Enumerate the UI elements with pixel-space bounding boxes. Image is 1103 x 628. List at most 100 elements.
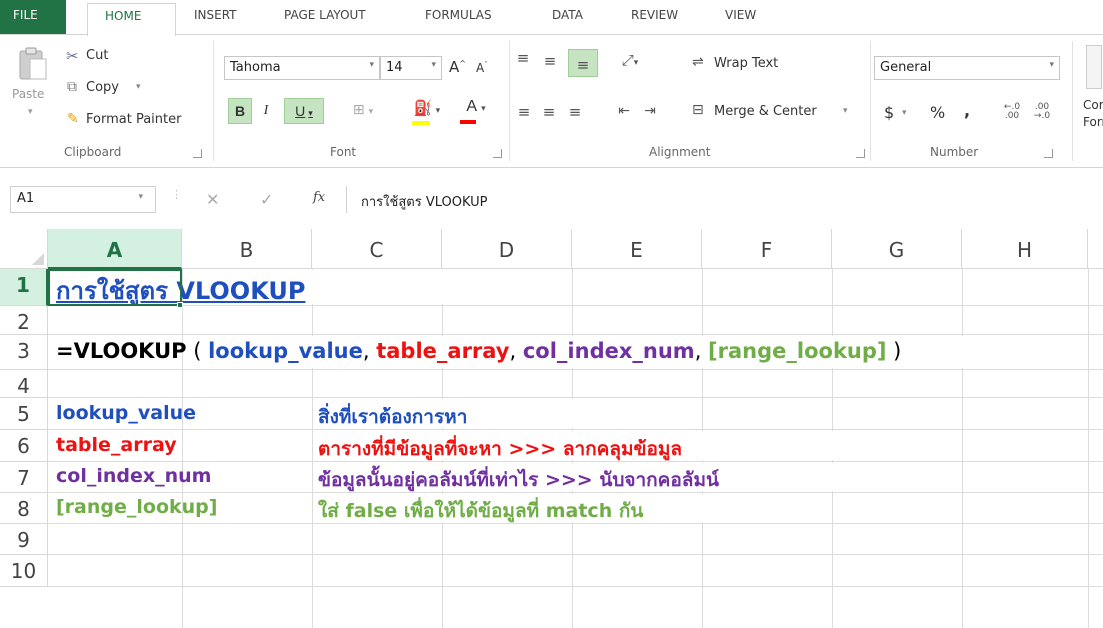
column-header-partial[interactable] bbox=[1088, 229, 1103, 269]
chevron-down-icon: ▾ bbox=[435, 106, 441, 116]
align-left-icon[interactable]: ≡ bbox=[515, 103, 533, 125]
underline-label: U bbox=[295, 103, 306, 119]
merge-center-label: Merge & Center bbox=[714, 104, 817, 119]
decrease-font-size-icon[interactable]: Aˇ bbox=[476, 61, 488, 75]
row-header-10[interactable]: 10 bbox=[0, 555, 48, 587]
font-launcher-icon[interactable] bbox=[493, 149, 502, 158]
underline-button[interactable]: U ▾ bbox=[284, 98, 324, 124]
chevron-down-icon: ▾ bbox=[902, 108, 907, 118]
number-format-value: General bbox=[880, 60, 932, 75]
copy-dropdown-icon: ▾ bbox=[136, 82, 141, 92]
align-center-icon[interactable]: ≡ bbox=[540, 103, 558, 125]
cell-a3-syntax[interactable]: =VLOOKUP ( lookup_value, table_array, co… bbox=[56, 339, 901, 363]
number-launcher-icon[interactable] bbox=[1044, 149, 1053, 158]
active-cell-border bbox=[48, 269, 182, 306]
tab-data[interactable]: DATA bbox=[552, 8, 583, 22]
arg-lookup-value: lookup_value bbox=[208, 339, 363, 363]
row-header-5[interactable]: 5 bbox=[0, 398, 48, 430]
alignment-launcher-icon[interactable] bbox=[856, 149, 865, 158]
gridline bbox=[1088, 269, 1089, 628]
align-right-icon[interactable]: ≡ bbox=[566, 103, 584, 125]
name-box[interactable]: A1 ▾ bbox=[10, 186, 156, 213]
font-name-select[interactable]: Tahoma ▾ bbox=[224, 56, 380, 80]
row-header-7[interactable]: 7 bbox=[0, 462, 48, 493]
row-header-4[interactable]: 4 bbox=[0, 370, 48, 398]
increase-indent-icon[interactable]: ⇥ bbox=[640, 103, 660, 125]
arg-col-index-num: col_index_num bbox=[522, 339, 695, 363]
select-all-button[interactable] bbox=[0, 229, 48, 269]
copy-button[interactable]: ⧉ Copy ▾ bbox=[66, 79, 156, 99]
gridline bbox=[48, 554, 1103, 555]
decrease-decimal-icon[interactable]: .00 →.0 bbox=[1030, 103, 1054, 125]
tab-home[interactable]: HOME bbox=[87, 3, 176, 36]
paste-button[interactable]: Paste ▾ bbox=[12, 45, 54, 125]
format-painter-button[interactable]: ✎ Format Painter bbox=[66, 111, 206, 131]
row-header-1[interactable]: 1 bbox=[0, 269, 48, 306]
column-header-a[interactable]: A bbox=[48, 229, 182, 269]
copy-label: Copy bbox=[86, 80, 119, 95]
column-header-c[interactable]: C bbox=[312, 229, 442, 269]
row-header-6[interactable]: 6 bbox=[0, 430, 48, 462]
merge-center-button[interactable]: ⊟ Merge & Center ▾ bbox=[692, 102, 862, 126]
row-header-9[interactable]: 9 bbox=[0, 524, 48, 555]
cell-c5[interactable]: สิ่งที่เราต้องการหา bbox=[318, 402, 467, 432]
cell-a7[interactable]: col_index_num bbox=[56, 465, 211, 487]
cell-a8[interactable]: [range_lookup] bbox=[56, 496, 217, 518]
chevron-down-icon: ▾ bbox=[481, 104, 486, 114]
font-size-select[interactable]: 14 ▾ bbox=[380, 56, 442, 80]
wrap-text-button[interactable]: ⇌ Wrap Text bbox=[692, 54, 812, 77]
cell-c8[interactable]: ใส่ false เพื่อให้ได้ข้อมูลที่ match กัน bbox=[318, 496, 643, 526]
column-header-g[interactable]: G bbox=[832, 229, 962, 269]
conditional-formatting-button[interactable]: Cor Forr bbox=[1076, 35, 1103, 145]
spreadsheet-grid: A B C D E F G H 1 2 3 4 5 6 7 8 9 10 การ… bbox=[0, 229, 1103, 628]
tab-review[interactable]: REVIEW bbox=[631, 8, 678, 22]
cell-a5[interactable]: lookup_value bbox=[56, 402, 196, 424]
increase-font-size-icon[interactable]: A^ bbox=[449, 58, 466, 76]
row-header-2[interactable]: 2 bbox=[0, 306, 48, 335]
cancel-icon[interactable]: ✕ bbox=[206, 190, 219, 209]
arg-range-lookup: [range_lookup] bbox=[708, 339, 887, 363]
number-format-select[interactable]: General ▾ bbox=[874, 56, 1060, 80]
italic-button[interactable]: I bbox=[256, 99, 276, 125]
tab-file[interactable]: FILE bbox=[0, 0, 66, 35]
decrease-indent-icon[interactable]: ⇤ bbox=[614, 103, 634, 125]
column-header-e[interactable]: E bbox=[572, 229, 702, 269]
font-size-value: 14 bbox=[386, 60, 403, 75]
comma-button[interactable]: , bbox=[964, 101, 970, 120]
gridline bbox=[48, 429, 1103, 430]
align-bottom-icon[interactable]: ≡ bbox=[568, 49, 598, 77]
cell-c6[interactable]: ตารางที่มีข้อมูลที่จะหา >>> ลากคลุมข้อมู… bbox=[318, 434, 682, 464]
increase-decimal-icon[interactable]: ←.0.00 bbox=[1000, 103, 1024, 125]
column-header-b[interactable]: B bbox=[182, 229, 312, 269]
tab-view[interactable]: VIEW bbox=[725, 8, 756, 22]
fill-handle[interactable] bbox=[177, 302, 183, 308]
percent-button[interactable]: % bbox=[930, 103, 945, 122]
cut-button[interactable]: ✂ Cut bbox=[66, 47, 126, 67]
cell-c7[interactable]: ข้อมูลนั้นอยู่คอลัมน์ที่เท่าไร >>> นับจา… bbox=[318, 465, 719, 495]
formula-bar: A1 ▾ ⋮ ✕ ✓ fx การใช้สูตร VLOOKUP bbox=[0, 178, 1103, 218]
tab-page-layout[interactable]: PAGE LAYOUT bbox=[284, 8, 366, 22]
enter-icon[interactable]: ✓ bbox=[260, 190, 273, 209]
formula-input[interactable]: การใช้สูตร VLOOKUP bbox=[346, 186, 1103, 213]
tab-insert[interactable]: INSERT bbox=[194, 8, 237, 22]
font-color-button[interactable]: A ▾ bbox=[456, 98, 496, 124]
insert-function-icon[interactable]: fx bbox=[313, 190, 325, 205]
row-header-3[interactable]: 3 bbox=[0, 335, 48, 370]
ribbon-separator bbox=[870, 41, 871, 161]
cell-a6[interactable]: table_array bbox=[56, 434, 177, 456]
row-header-8[interactable]: 8 bbox=[0, 493, 48, 524]
gridline bbox=[48, 397, 1103, 398]
bold-button[interactable]: B bbox=[228, 98, 252, 124]
column-header-d[interactable]: D bbox=[442, 229, 572, 269]
ribbon: Paste ▾ ✂ Cut ⧉ Copy ▾ ✎ Format Painter … bbox=[0, 35, 1103, 168]
tab-formulas[interactable]: FORMULAS bbox=[425, 8, 492, 22]
align-top-icon[interactable]: ≡ bbox=[513, 49, 533, 71]
currency-button[interactable]: $ ▾ bbox=[880, 103, 916, 125]
clipboard-launcher-icon[interactable] bbox=[193, 149, 202, 158]
align-middle-icon[interactable]: ≡ bbox=[540, 52, 560, 74]
column-header-h[interactable]: H bbox=[962, 229, 1088, 269]
borders-button[interactable]: ⊞ ▾ bbox=[344, 102, 382, 124]
fill-color-button[interactable]: ⛽ ▾ bbox=[406, 99, 448, 125]
column-header-f[interactable]: F bbox=[702, 229, 832, 269]
orientation-button[interactable]: ⤢▾ bbox=[612, 51, 648, 73]
